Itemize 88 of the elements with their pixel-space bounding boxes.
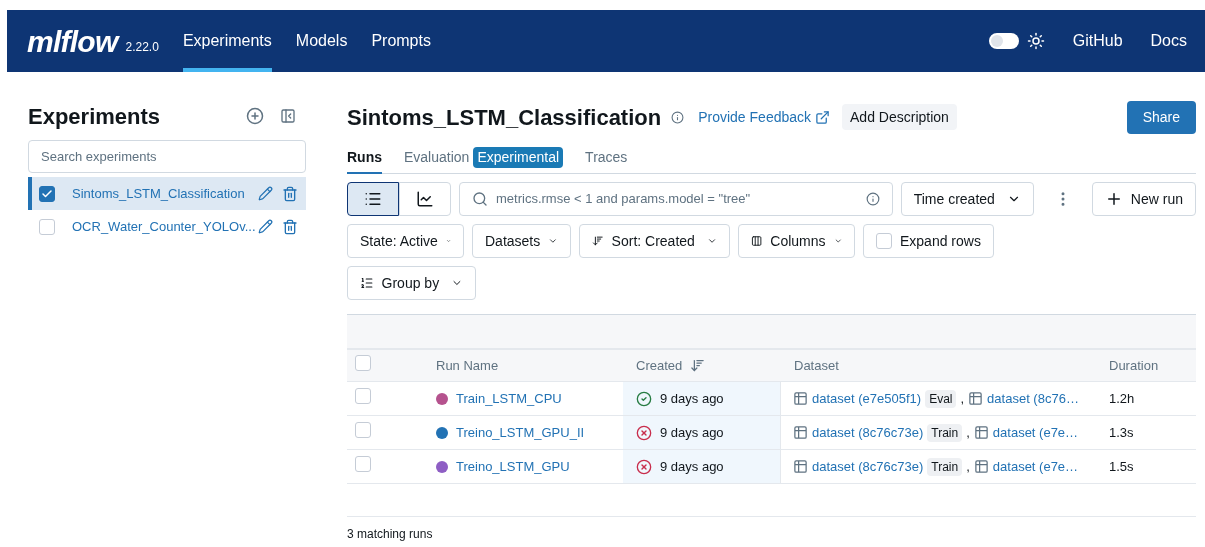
duration: 1.2h	[1108, 389, 1135, 408]
columns-icon	[751, 233, 763, 249]
matching-runs-count: 3 matching runs	[347, 527, 433, 541]
separator: ,	[960, 389, 965, 408]
dataset-link[interactable]: dataset (8c76…	[987, 388, 1079, 409]
sun-icon	[1026, 32, 1045, 50]
share-button[interactable]: Share	[1126, 100, 1196, 134]
state-dropdown[interactable]: State: Active	[347, 224, 464, 258]
sort-icon	[592, 233, 604, 249]
search-input[interactable]: metrics.rmse < 1 and params.model = "tree"	[496, 189, 858, 209]
checkbox[interactable]	[39, 185, 55, 202]
column-header[interactable]: Run Name	[421, 355, 623, 376]
failed-icon	[636, 458, 652, 475]
experiment-name[interactable]: Sintoms_LSTM_Classification	[72, 183, 258, 204]
dataset-link[interactable]: dataset (e7e…	[992, 422, 1079, 443]
separator: ,	[966, 457, 970, 476]
columns-dropdown[interactable]: Columns	[738, 224, 855, 258]
sort-icon[interactable]	[690, 358, 706, 373]
dataset-tag: Train	[927, 423, 963, 442]
info-icon[interactable]	[671, 110, 685, 124]
time-created-dropdown[interactable]: Time created	[900, 182, 1034, 216]
run-name-link[interactable]: Treino_LSTM_GPU	[456, 456, 570, 477]
group-icon	[360, 275, 374, 291]
line-chart-icon	[416, 190, 434, 208]
dataset-link[interactable]: dataset (8c76c73e)	[812, 422, 924, 443]
run-name-link[interactable]: Train_LSTM_CPU	[456, 388, 562, 409]
logo[interactable]: mlflow	[27, 18, 118, 64]
column-header[interactable]: Duration	[1096, 355, 1159, 376]
feedback-link[interactable]: Provide Feedback	[698, 106, 812, 128]
edit-icon[interactable]	[258, 219, 273, 234]
table-icon	[793, 425, 808, 440]
theme-toggle[interactable]	[988, 33, 1019, 49]
group-by-dropdown[interactable]: Group by	[347, 266, 476, 300]
separator: ,	[966, 423, 970, 442]
new-run-button[interactable]: New run	[1091, 182, 1196, 216]
nav-link[interactable]: Models	[295, 10, 348, 72]
experiment-name[interactable]: OCR_Water_Counter_YOLOv...	[72, 216, 258, 237]
experiment-item[interactable]: OCR_Water_Counter_YOLOv...	[28, 210, 306, 243]
created-time: 9 days ago	[660, 457, 724, 476]
view-mode-button[interactable]	[347, 182, 399, 216]
table-icon	[793, 391, 808, 406]
nav-link[interactable]: Prompts	[371, 10, 431, 72]
delete-icon[interactable]	[282, 218, 298, 235]
run-name-link[interactable]: Treino_LSTM_GPU_II	[456, 422, 585, 443]
expand-rows-toggle[interactable]: Expand rows	[863, 224, 994, 258]
sidebar-title: Experiments	[28, 102, 162, 131]
info-icon[interactable]	[865, 192, 880, 206]
created-time: 9 days ago	[660, 423, 724, 442]
tab[interactable]: Traces	[585, 143, 628, 174]
tab[interactable]: Runs	[347, 143, 382, 174]
experiment-item[interactable]: Sintoms_LSTM_Classification	[28, 177, 306, 210]
table-icon	[793, 459, 808, 474]
search-field[interactable]: Search experiments	[28, 140, 306, 173]
duration: 1.5s	[1108, 457, 1134, 476]
add-description-button[interactable]: Add Description	[842, 104, 957, 130]
dataset-link[interactable]: dataset (8c76c73e)	[812, 456, 924, 477]
datasets-dropdown[interactable]: Datasets	[472, 224, 571, 258]
dataset-tag: Train	[927, 457, 963, 476]
select-all-checkbox[interactable]	[355, 354, 371, 371]
check-icon	[41, 187, 53, 200]
search-bar[interactable]: metrics.rmse < 1 and params.model = "tree"	[459, 182, 893, 216]
nav-link[interactable]: GitHub	[1072, 29, 1123, 53]
experimental-badge: Experimental	[473, 147, 564, 168]
created-time: 9 days ago	[660, 389, 724, 408]
success-icon	[636, 390, 652, 407]
column-header[interactable]: Created	[636, 355, 683, 376]
dataset-tag: Eval	[925, 389, 957, 408]
list-icon	[364, 190, 382, 208]
nav-link[interactable]: Experiments	[182, 10, 272, 72]
table-icon	[973, 425, 989, 440]
dataset-link[interactable]: dataset (e7e505f1)	[812, 388, 922, 409]
nav-link[interactable]: Docs	[1150, 29, 1187, 53]
dataset-link[interactable]: dataset (e7e…	[992, 456, 1079, 477]
table-icon	[968, 391, 984, 406]
column-header[interactable]: Dataset	[781, 355, 1096, 376]
duration: 1.3s	[1108, 423, 1134, 442]
version-label: 2.22.0	[125, 39, 159, 56]
delete-icon[interactable]	[282, 185, 298, 202]
external-link-icon	[815, 109, 831, 125]
tab[interactable]: Evaluation Experimental	[404, 143, 564, 174]
failed-icon	[636, 424, 652, 441]
collapse-icon[interactable]	[280, 108, 296, 124]
search-icon	[472, 191, 488, 207]
sort-dropdown[interactable]: Sort: Created	[579, 224, 730, 258]
edit-icon[interactable]	[258, 186, 273, 201]
experiment-title: Sintoms_LSTM_Classification	[347, 103, 662, 132]
table-icon	[973, 459, 989, 474]
add-icon[interactable]	[246, 107, 264, 125]
